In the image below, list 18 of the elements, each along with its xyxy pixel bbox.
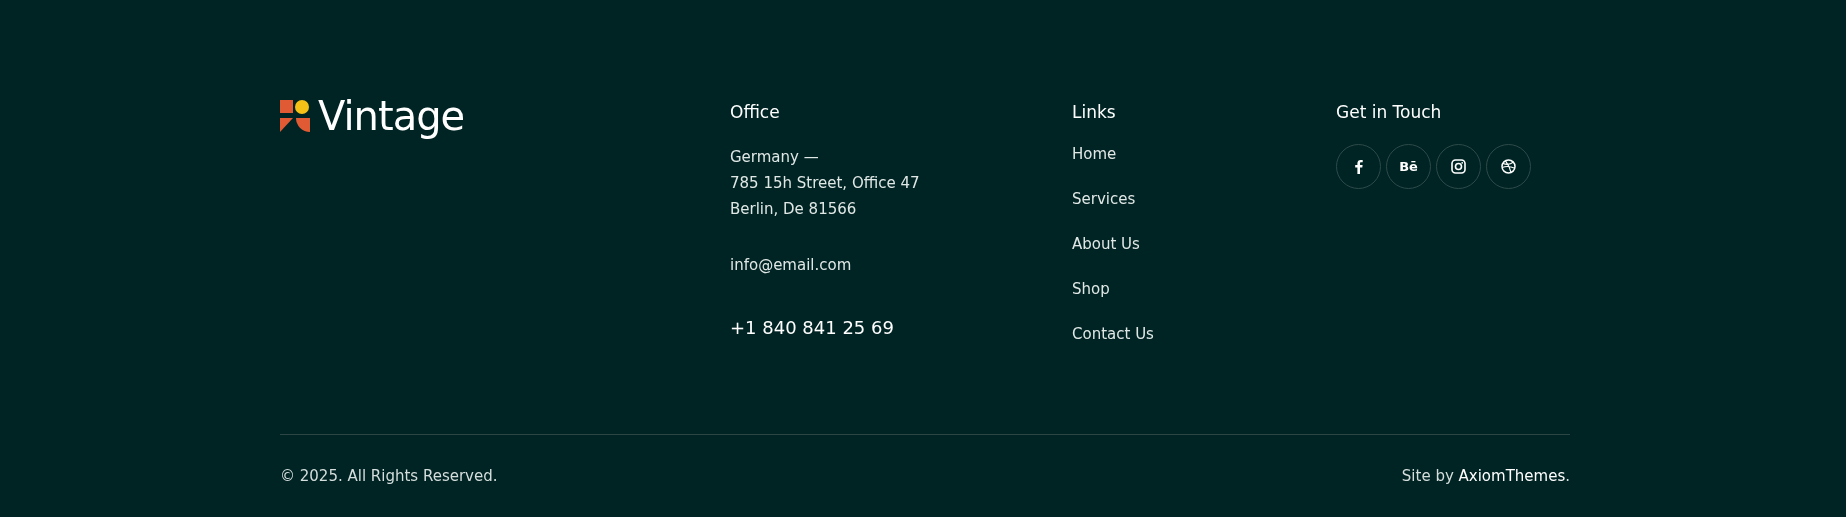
- column-heading: Get in Touch: [1336, 102, 1443, 123]
- instagram-icon: [1451, 159, 1466, 175]
- dribbble-icon: [1501, 159, 1516, 175]
- column-heading: Office: [730, 102, 781, 123]
- footer-link[interactable]: Contact Us: [1072, 324, 1336, 345]
- phone-number: +1 840 841 25 69: [730, 316, 895, 341]
- footer-link[interactable]: Home: [1072, 144, 1336, 165]
- facebook-icon: [1354, 159, 1363, 175]
- footer-link[interactable]: Shop: [1072, 279, 1336, 300]
- credit-text: Site by AxiomThemes.: [1401, 466, 1570, 487]
- footer-link[interactable]: About Us: [1072, 234, 1336, 255]
- copyright-text: © 2025. All Rights Reserved.: [280, 466, 498, 487]
- credit-link[interactable]: AxiomThemes: [1458, 467, 1566, 485]
- address-text: Germany — 785 15h Street, Office 47 Berlin, De 81566: [730, 147, 921, 221]
- footer-link[interactable]: Services: [1072, 189, 1336, 210]
- logo-icon: [280, 100, 310, 132]
- column-heading: Links: [1072, 102, 1117, 123]
- email-text: info@email.com: [730, 255, 853, 277]
